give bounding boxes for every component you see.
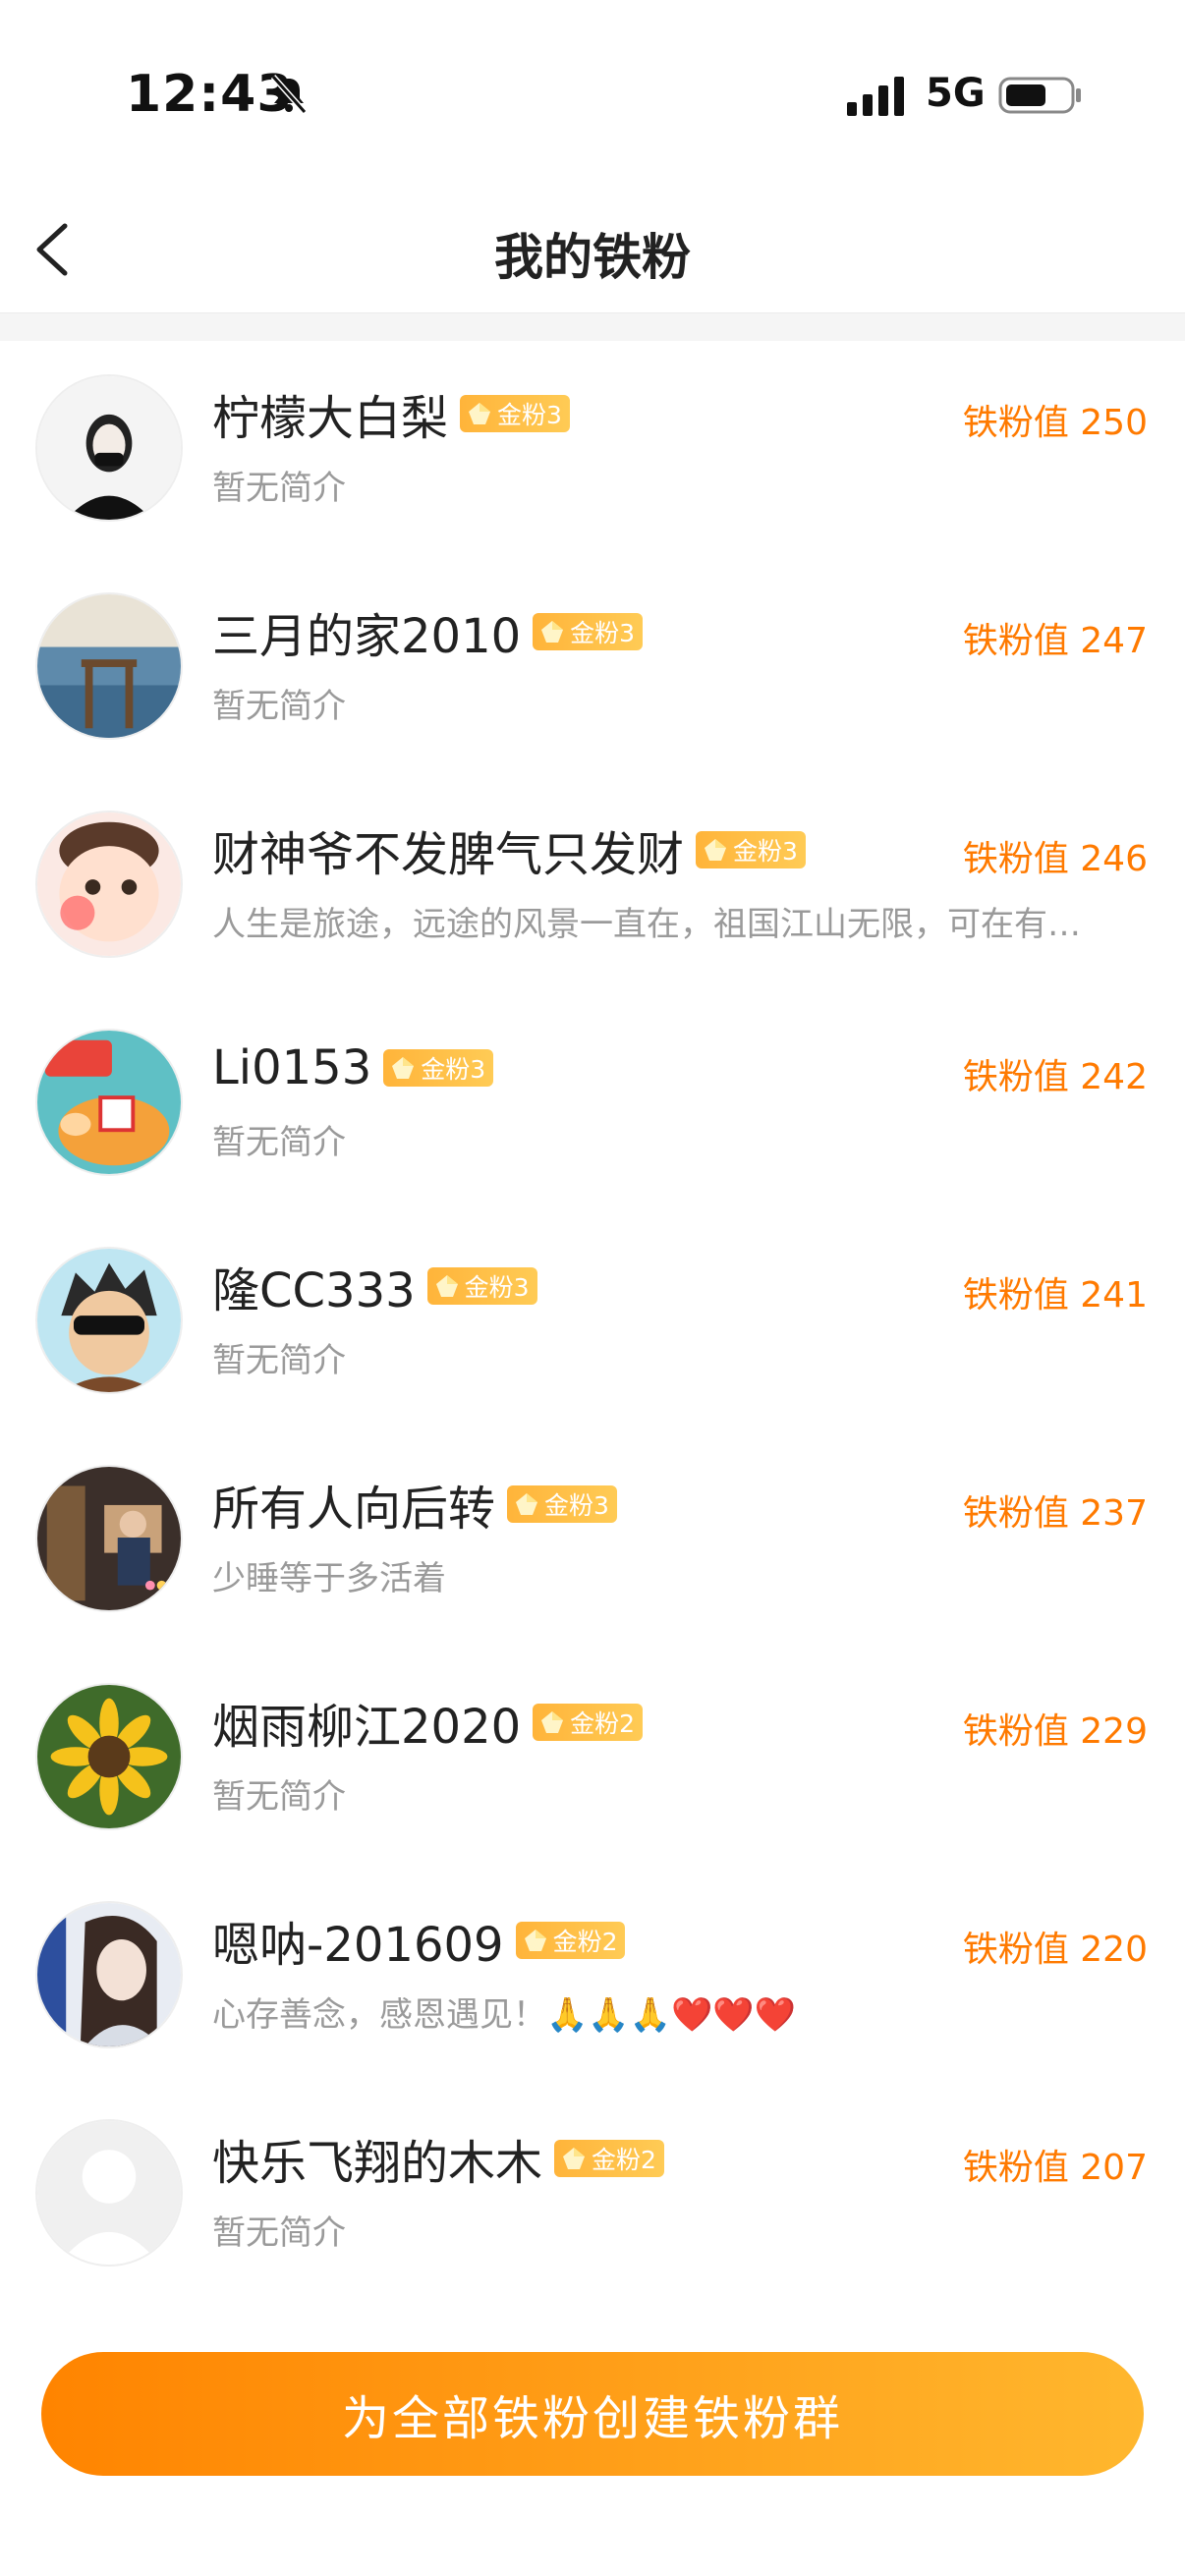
list-item[interactable]: 嗯呐-201609 金粉2 铁粉值 220 心存善念，感恩遇见！🙏🙏🙏❤️❤️❤…: [0, 1868, 1185, 2086]
fan-value: 铁粉值 247: [962, 621, 1148, 661]
fan-name: 财神爷不发脾气只发财: [212, 827, 685, 882]
fan-value: 铁粉值 246: [962, 839, 1148, 879]
badge-label: 金粉2: [570, 1709, 636, 1738]
fan-level-badge: 金粉3: [426, 1267, 537, 1305]
fan-list: 柠檬大白梨 金粉3 铁粉值 250 暂无简介 三月的家2010 金粉3 铁粉值 …: [0, 341, 1185, 2304]
list-item[interactable]: 快乐飞翔的木木 金粉2 铁粉值 207 暂无简介: [0, 2086, 1185, 2304]
status-bar: 12:43 5G: [0, 0, 1185, 187]
fan-bio: 少睡等于多活着: [212, 1559, 446, 1598]
fan-level-badge: 金粉3: [383, 1049, 494, 1087]
fan-bio: 暂无简介: [212, 1123, 346, 1162]
fan-level-badge: 金粉2: [533, 1704, 644, 1741]
avatar: [35, 1683, 183, 1830]
fan-bio: 暂无简介: [212, 469, 346, 508]
badge-label: 金粉2: [552, 1928, 618, 1956]
fan-bio: 暂无简介: [212, 1777, 346, 1817]
fan-value: 铁粉值 237: [962, 1493, 1148, 1534]
fan-level-badge: 金粉3: [696, 831, 806, 868]
fan-name: 柠檬大白梨: [212, 391, 449, 446]
battery-icon: [998, 77, 1081, 114]
fan-bio: 暂无简介: [212, 1341, 346, 1380]
list-item[interactable]: 财神爷不发脾气只发财 金粉3 铁粉值 246 人生是旅途，远途的风景一直在，祖国…: [0, 777, 1185, 995]
diamond-icon: [435, 1275, 458, 1297]
badge-label: 金粉3: [570, 619, 636, 647]
avatar: [35, 2119, 183, 2267]
badge-label: 金粉3: [421, 1055, 486, 1084]
badge-label: 金粉2: [592, 2146, 656, 2174]
fan-name: Li0153: [212, 1040, 372, 1095]
fan-level-badge: 金粉2: [554, 2140, 664, 2177]
diamond-icon: [705, 839, 727, 861]
fan-name-line: 隆CC333 金粉3: [212, 1257, 537, 1318]
section-divider: [0, 313, 1185, 341]
badge-label: 金粉3: [544, 1491, 609, 1520]
fan-name-line: 烟雨柳江2020 金粉2: [212, 1693, 644, 1755]
fan-name-line: 快乐飞翔的木木 金粉2: [212, 2129, 664, 2191]
fan-name: 所有人向后转: [212, 1482, 496, 1537]
fan-name-line: 三月的家2010 金粉3: [212, 602, 644, 664]
diamond-icon: [469, 403, 491, 424]
diamond-icon: [541, 621, 564, 643]
list-item[interactable]: 所有人向后转 金粉3 铁粉值 237 少睡等于多活着: [0, 1431, 1185, 1650]
list-item[interactable]: 柠檬大白梨 金粉3 铁粉值 250 暂无简介: [0, 341, 1185, 559]
fan-value: 铁粉值 207: [962, 2148, 1148, 2188]
fan-name-line: 所有人向后转 金粉3: [212, 1475, 617, 1537]
list-item[interactable]: Li0153 金粉3 铁粉值 242 暂无简介: [0, 995, 1185, 1213]
fan-name-line: Li0153 金粉3: [212, 1038, 494, 1097]
diamond-icon: [563, 2148, 586, 2169]
bell-muted-icon: [270, 75, 308, 114]
list-item[interactable]: 三月的家2010 金粉3 铁粉值 247 暂无简介: [0, 559, 1185, 777]
fan-name-line: 柠檬大白梨 金粉3: [212, 384, 570, 446]
fan-name: 隆CC333: [212, 1263, 416, 1318]
avatar: [35, 1029, 183, 1176]
cellular-signal-icon: [847, 77, 904, 116]
avatar: [35, 592, 183, 740]
fan-name: 嗯呐-201609: [212, 1918, 504, 1973]
fan-level-badge: 金粉3: [460, 395, 570, 432]
avatar: [35, 1901, 183, 2048]
list-item[interactable]: 烟雨柳江2020 金粉2 铁粉值 229 暂无简介: [0, 1650, 1185, 1868]
fan-value: 铁粉值 242: [962, 1057, 1148, 1097]
fan-bio: 心存善念，感恩遇见！🙏🙏🙏❤️❤️❤️: [212, 1995, 797, 2035]
fan-value: 铁粉值 220: [962, 1930, 1148, 1970]
fan-name-line: 财神爷不发脾气只发财 金粉3: [212, 820, 806, 882]
badge-label: 金粉3: [464, 1273, 530, 1302]
fan-bio: 暂无简介: [212, 687, 346, 726]
fan-name: 烟雨柳江2020: [212, 1700, 522, 1755]
badge-label: 金粉3: [497, 401, 562, 429]
fan-bio: 人生是旅途，远途的风景一直在，祖国江山无限，可在有…: [212, 905, 1081, 944]
avatar: [35, 374, 183, 522]
diamond-icon: [541, 1711, 564, 1733]
diamond-icon: [392, 1057, 415, 1079]
create-fan-group-button[interactable]: 为全部铁粉创建铁粉群: [41, 2352, 1144, 2476]
fan-name-line: 嗯呐-201609 金粉2: [212, 1911, 626, 1973]
network-type: 5G: [926, 71, 986, 116]
avatar: [35, 1465, 183, 1612]
avatar: [35, 811, 183, 958]
fan-level-badge: 金粉3: [533, 613, 644, 650]
diamond-icon: [516, 1493, 538, 1515]
badge-label: 金粉3: [733, 837, 798, 866]
fan-name: 快乐飞翔的木木: [212, 2136, 543, 2191]
fan-level-badge: 金粉2: [515, 1922, 626, 1959]
fan-value: 铁粉值 241: [962, 1275, 1148, 1316]
page-title: 我的铁粉: [494, 229, 691, 286]
avatar: [35, 1247, 183, 1394]
fan-value: 铁粉值 229: [962, 1711, 1148, 1752]
fan-name: 三月的家2010: [212, 609, 522, 664]
fan-bio: 暂无简介: [212, 2213, 346, 2253]
diamond-icon: [524, 1930, 546, 1951]
list-item[interactable]: 隆CC333 金粉3 铁粉值 241 暂无简介: [0, 1213, 1185, 1431]
fan-value: 铁粉值 250: [962, 403, 1148, 443]
fan-level-badge: 金粉3: [507, 1485, 617, 1523]
